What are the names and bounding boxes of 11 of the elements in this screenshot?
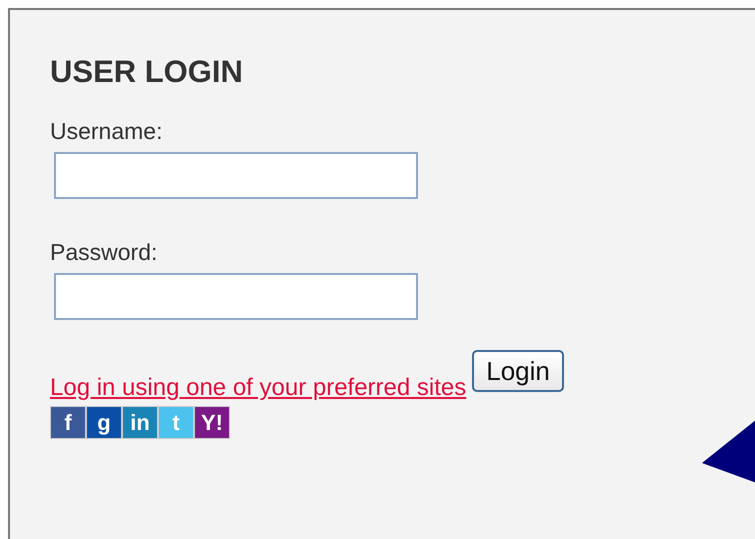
login-button[interactable]: Login bbox=[472, 350, 564, 392]
social-login-icon[interactable]: in bbox=[122, 406, 158, 439]
social-login-icon[interactable]: f bbox=[50, 406, 86, 439]
social-login-icon[interactable]: Y! bbox=[194, 406, 230, 439]
social-login-icon[interactable]: g bbox=[86, 406, 122, 439]
input-field[interactable] bbox=[54, 273, 418, 320]
field-label: Username: bbox=[50, 118, 162, 144]
input-field[interactable] bbox=[54, 152, 418, 199]
social-login-link[interactable]: Log in using one of your preferred sites bbox=[50, 374, 466, 402]
panel-title: USER LOGIN bbox=[50, 54, 244, 90]
field-label: Password: bbox=[50, 239, 158, 265]
